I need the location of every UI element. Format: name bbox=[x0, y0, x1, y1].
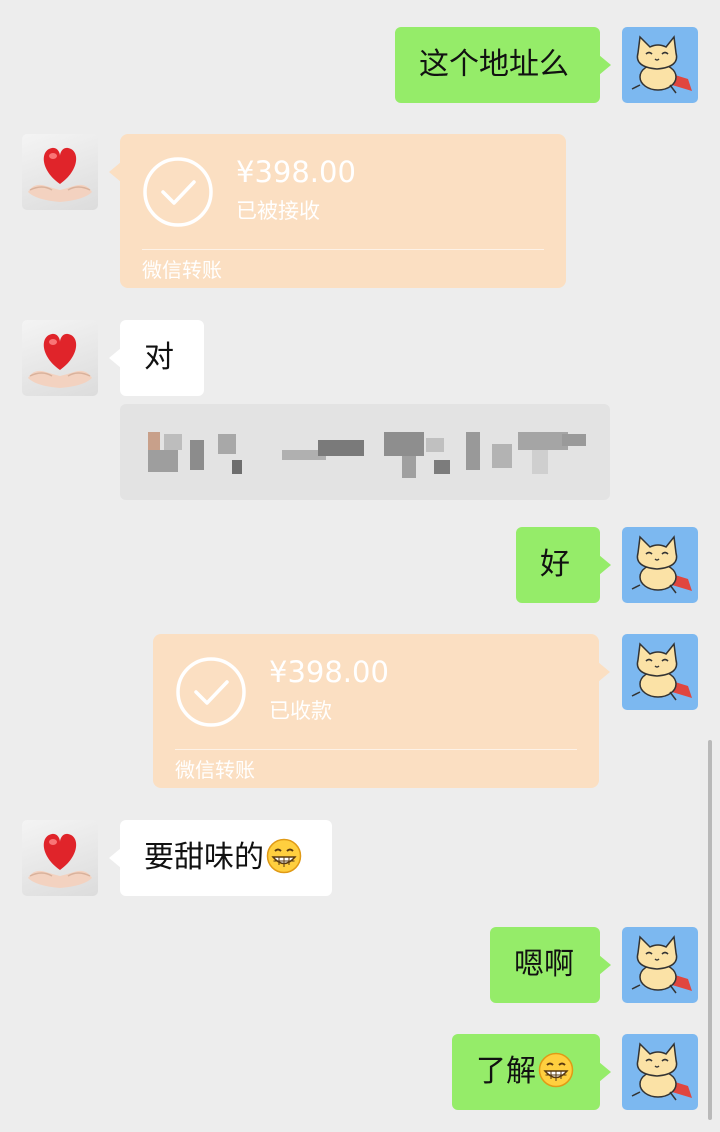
transfer-amount: ¥398.00 bbox=[269, 655, 389, 689]
transfer-amount: ¥398.00 bbox=[236, 155, 356, 189]
cartoon-cat-avatar[interactable] bbox=[622, 27, 698, 103]
cartoon-cat-avatar[interactable] bbox=[622, 634, 698, 710]
my-message-bubble[interactable]: 了解 bbox=[452, 1034, 611, 1110]
transfer-card[interactable]: ¥398.00 已收款 微信转账 bbox=[153, 634, 610, 788]
transfer-status: 已被接收 bbox=[236, 199, 320, 223]
cartoon-cat-avatar[interactable] bbox=[622, 1034, 698, 1110]
scrollbar[interactable] bbox=[708, 740, 712, 1120]
grinning-face-emoji bbox=[266, 838, 302, 874]
cartoon-cat-avatar[interactable] bbox=[622, 527, 698, 603]
heart-in-hands-avatar[interactable] bbox=[22, 134, 98, 210]
grinning-face-emoji bbox=[538, 1052, 574, 1088]
message-text: 对 bbox=[144, 340, 174, 375]
cartoon-cat-avatar[interactable] bbox=[622, 927, 698, 1003]
my-message-bubble[interactable]: 这个地址么 bbox=[395, 27, 611, 103]
transfer-card[interactable]: ¥398.00 已被接收 微信转账 bbox=[109, 134, 566, 288]
other-message-bubble[interactable]: 对 bbox=[109, 320, 204, 396]
redacted-message bbox=[120, 404, 610, 500]
my-message-bubble[interactable]: 嗯啊 bbox=[490, 927, 611, 1003]
message-text: 这个地址么 bbox=[419, 47, 569, 82]
transfer-status: 已收款 bbox=[269, 699, 332, 723]
message-text: 要甜味的 bbox=[144, 840, 264, 875]
other-message-bubble[interactable]: 要甜味的 bbox=[109, 820, 332, 896]
heart-in-hands-avatar[interactable] bbox=[22, 320, 98, 396]
check-circle-icon bbox=[142, 156, 214, 228]
divider bbox=[175, 749, 577, 750]
heart-in-hands-avatar[interactable] bbox=[22, 820, 98, 896]
message-text: 了解 bbox=[476, 1054, 536, 1089]
message-text: 嗯啊 bbox=[514, 947, 574, 982]
transfer-footer: 微信转账 bbox=[142, 258, 222, 282]
my-message-bubble[interactable]: 好 bbox=[516, 527, 611, 603]
message-text: 好 bbox=[540, 547, 570, 582]
check-circle-icon bbox=[175, 656, 247, 728]
divider bbox=[142, 249, 544, 250]
transfer-footer: 微信转账 bbox=[175, 758, 255, 782]
